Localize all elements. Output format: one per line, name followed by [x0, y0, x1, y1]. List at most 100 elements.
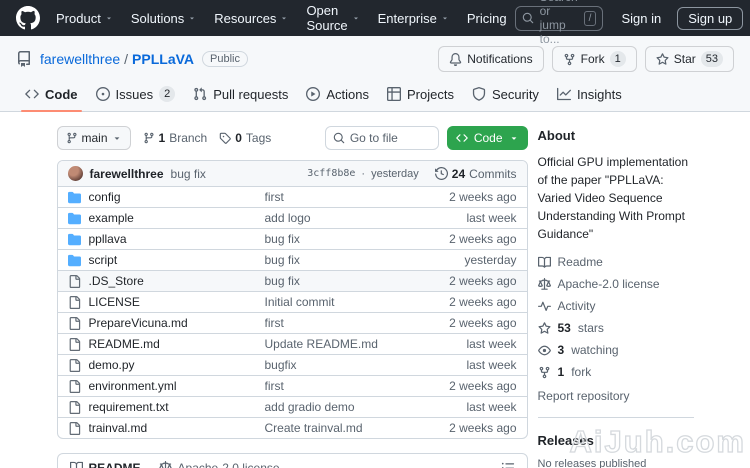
tab-readme[interactable]: README — [69, 454, 141, 468]
table-row[interactable]: LICENSE Initial commit 2 weeks ago — [57, 291, 527, 312]
tab-projects[interactable]: Projects — [378, 78, 463, 111]
file-commit-message[interactable]: Initial commit — [265, 295, 414, 309]
tab-issues[interactable]: Issues 2 — [87, 78, 185, 111]
tab-pull-requests-label: Pull requests — [213, 86, 289, 102]
file-commit-time: last week — [466, 211, 517, 225]
tab-security-label: Security — [491, 86, 539, 102]
chevron-down-icon — [352, 14, 360, 22]
code-download-button[interactable]: Code — [446, 126, 528, 150]
table-row[interactable]: README.md Update README.md last week — [57, 333, 527, 354]
table-row[interactable]: script bug fix yesterday — [57, 249, 527, 270]
file-commit-message[interactable]: bug fix — [265, 253, 414, 267]
tab-actions[interactable]: Actions — [297, 78, 378, 111]
table-row[interactable]: config first 2 weeks ago — [57, 186, 527, 207]
branches-link[interactable]: 1 Branch — [143, 131, 207, 145]
nav-item-enterprise[interactable]: Enterprise — [378, 11, 449, 26]
file-name[interactable]: README.md — [89, 337, 257, 351]
commit-message[interactable]: bug fix — [171, 167, 206, 181]
forks-label: fork — [571, 365, 592, 379]
file-commit-message[interactable]: bug fix — [265, 274, 414, 288]
forks-link[interactable]: 1 fork — [538, 365, 694, 379]
project-icon — [387, 87, 401, 101]
file-name[interactable]: LICENSE — [89, 295, 257, 309]
play-icon — [306, 87, 321, 101]
outline-icon[interactable] — [501, 461, 515, 468]
table-row[interactable]: ppllava bug fix 2 weeks ago — [57, 228, 527, 249]
releases-title[interactable]: Releases — [538, 433, 694, 448]
avatar[interactable] — [67, 166, 83, 181]
file-commit-message[interactable]: add logo — [265, 211, 414, 225]
watchers-link[interactable]: 3 watching — [537, 343, 694, 357]
global-search[interactable]: Search or jump to... / — [514, 0, 604, 46]
file-commit-message[interactable]: first — [265, 190, 414, 204]
tab-code[interactable]: Code — [16, 78, 87, 112]
report-repository-link[interactable]: Report repository — [538, 389, 694, 403]
commit-hash[interactable]: 3cff8b8e — [307, 168, 355, 179]
file-name[interactable]: ppllava — [89, 232, 257, 246]
code-icon — [25, 87, 39, 101]
file-name[interactable]: script — [89, 253, 257, 267]
fork-button[interactable]: Fork 1 — [551, 46, 637, 72]
go-to-file-field[interactable] — [349, 131, 431, 145]
table-row[interactable]: requirement.txt add gradio demo last wee… — [57, 396, 527, 417]
search-placeholder: Search or jump to... — [539, 0, 578, 46]
file-name[interactable]: requirement.txt — [89, 400, 257, 414]
star-count: 53 — [700, 51, 723, 67]
file-commit-message[interactable]: bugfix — [265, 358, 414, 372]
table-row[interactable]: environment.yml first 2 weeks ago — [57, 375, 527, 396]
nav-item-open-source[interactable]: Open Source — [306, 3, 359, 33]
tab-security[interactable]: Security — [463, 78, 548, 111]
readme-link[interactable]: Readme — [537, 255, 694, 269]
file-name[interactable]: config — [89, 190, 257, 204]
go-to-file-input[interactable] — [324, 126, 439, 150]
tab-insights[interactable]: Insights — [548, 78, 631, 111]
fork-label: Fork — [580, 52, 605, 66]
stars-link[interactable]: 53 stars — [537, 321, 694, 335]
sign-in-link[interactable]: Sign in — [621, 11, 661, 26]
tags-link[interactable]: 0 Tags — [219, 131, 271, 145]
activity-link[interactable]: Activity — [537, 299, 694, 313]
commit-history-link[interactable]: 24 Commits — [434, 167, 517, 181]
file-commit-message[interactable]: Update README.md — [265, 337, 414, 351]
file-commit-message[interactable]: first — [265, 316, 414, 330]
file-commit-message[interactable]: Create trainval.md — [265, 421, 414, 435]
table-row[interactable]: PrepareVicuna.md first 2 weeks ago — [57, 312, 527, 333]
file-name[interactable]: trainval.md — [89, 421, 257, 435]
tab-license[interactable]: Apache-2.0 license — [158, 454, 280, 468]
file-commit-time: 2 weeks ago — [449, 316, 517, 330]
file-name[interactable]: demo.py — [89, 358, 257, 372]
github-logo-icon[interactable] — [16, 6, 40, 30]
file-name[interactable]: environment.yml — [89, 379, 257, 393]
commit-author[interactable]: farewellthree — [90, 167, 164, 181]
table-row[interactable]: .DS_Store bug fix 2 weeks ago — [57, 270, 527, 291]
branch-selector[interactable]: main — [56, 126, 131, 150]
nav-item-pricing[interactable]: Pricing — [467, 11, 507, 26]
file-commit-message[interactable]: bug fix — [265, 232, 414, 246]
table-row[interactable]: trainval.md Create trainval.md 2 weeks a… — [57, 417, 527, 438]
file-name[interactable]: PrepareVicuna.md — [89, 316, 257, 330]
table-row[interactable]: example add logo last week — [57, 207, 527, 228]
tab-pull-requests[interactable]: Pull requests — [184, 78, 297, 111]
file-name[interactable]: .DS_Store — [89, 274, 257, 288]
license-link[interactable]: Apache-2.0 license — [537, 277, 694, 291]
file-commit-message[interactable]: first — [265, 379, 414, 393]
table-row[interactable]: demo.py bugfix last week — [57, 354, 527, 375]
ref-info: 1 Branch 0 Tags — [143, 131, 271, 145]
nav-item-solutions[interactable]: Solutions — [131, 11, 196, 26]
book-icon — [537, 256, 551, 269]
repo-name-link[interactable]: PPLLaVA — [132, 51, 194, 67]
breadcrumb-separator: / — [124, 51, 129, 67]
repo-owner-link[interactable]: farewellthree — [40, 51, 120, 67]
notifications-button[interactable]: Notifications — [438, 46, 544, 72]
file-commit-message[interactable]: add gradio demo — [265, 400, 414, 414]
star-button[interactable]: Star 53 — [644, 46, 734, 72]
file-name[interactable]: example — [89, 211, 257, 225]
file-commit-time: 2 weeks ago — [449, 274, 517, 288]
sign-up-button[interactable]: Sign up — [677, 6, 744, 30]
current-branch: main — [81, 131, 108, 145]
nav-item-product[interactable]: Product — [56, 11, 113, 26]
readme-tab-label: README — [88, 460, 141, 468]
repo-actions: Notifications Fork 1 Star 53 — [438, 46, 734, 72]
folder-icon — [67, 254, 81, 267]
nav-item-resources[interactable]: Resources — [214, 11, 288, 26]
